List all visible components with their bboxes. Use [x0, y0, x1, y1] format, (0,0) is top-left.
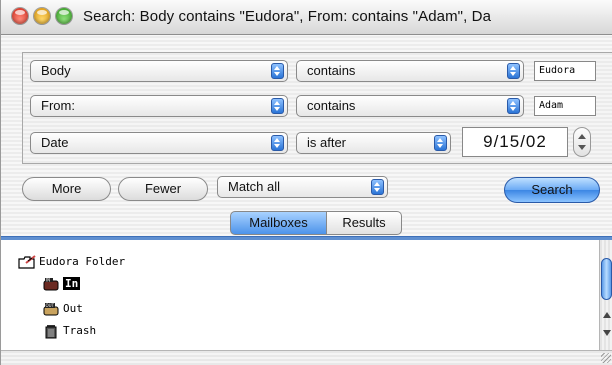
date-field[interactable]: 9/15/02 — [462, 127, 568, 157]
popup-arrows-icon — [271, 63, 284, 79]
popup-arrows-icon — [271, 98, 284, 114]
popup-arrows-icon — [271, 135, 284, 151]
tab-mailboxes[interactable]: Mailboxes — [230, 211, 327, 235]
svg-text:IN: IN — [46, 277, 50, 282]
scroll-up-icon[interactable] — [603, 312, 611, 318]
stepper-down-icon[interactable] — [578, 145, 586, 150]
match-select-label: Match all — [228, 179, 281, 194]
popup-arrows-icon — [371, 179, 384, 195]
popup-arrows-icon — [434, 135, 447, 151]
criterion-operator-label: contains — [307, 98, 356, 113]
stepper-up-icon[interactable] — [578, 134, 586, 139]
criterion-operator-label: is after — [307, 135, 347, 150]
criterion-field-select[interactable]: Date — [30, 132, 288, 154]
folder-label: Eudora Folder — [39, 255, 126, 268]
close-button[interactable] — [12, 8, 28, 24]
list-item-folder[interactable]: Eudora Folder — [18, 253, 125, 271]
tab-results[interactable]: Results — [327, 211, 402, 235]
criterion-field-label: From: — [41, 98, 75, 113]
mailbox-label: Trash — [63, 324, 97, 337]
trash-icon — [45, 324, 57, 338]
popup-arrows-icon — [507, 63, 520, 79]
popup-arrows-icon — [507, 98, 520, 114]
svg-text:OUT: OUT — [46, 303, 55, 308]
title-bar: Search: Body contains "Eudora", From: co… — [1, 0, 612, 35]
more-button[interactable]: More — [22, 177, 111, 201]
outbox-icon: OUT — [43, 302, 59, 315]
mailbox-label: Out — [63, 302, 83, 315]
criterion-field-label: Date — [41, 135, 69, 150]
resize-grip-icon[interactable] — [601, 353, 611, 363]
zoom-button[interactable] — [56, 8, 72, 24]
scroll-thumb[interactable] — [601, 258, 612, 300]
criterion-operator-select[interactable]: is after — [296, 132, 451, 154]
criterion-operator-select[interactable]: contains — [296, 60, 524, 82]
criterion-field-select[interactable]: From: — [30, 95, 288, 117]
mailbox-label-selected: In — [63, 277, 81, 290]
fewer-button[interactable]: Fewer — [118, 177, 208, 201]
minimize-button[interactable] — [34, 8, 50, 24]
list-item-mailbox[interactable]: IN In — [43, 275, 81, 293]
criterion-operator-select[interactable]: contains — [296, 95, 524, 117]
criterion-field-label: Body — [41, 63, 71, 78]
vertical-scrollbar[interactable] — [599, 240, 612, 350]
folder-icon — [18, 255, 36, 269]
list-item-mailbox[interactable]: OUT Out — [43, 300, 83, 318]
mailbox-list: Eudora Folder IN In OUT Out Trash — [1, 240, 599, 350]
match-select[interactable]: Match all — [217, 176, 388, 198]
bottom-bar — [1, 350, 612, 365]
window-title: Search: Body contains "Eudora", From: co… — [83, 8, 492, 25]
criterion-value-field[interactable]: Adam — [534, 96, 596, 116]
search-window: Search: Body contains "Eudora", From: co… — [0, 0, 612, 365]
criterion-field-select[interactable]: Body — [30, 60, 288, 82]
inbox-icon: IN — [43, 277, 59, 290]
criterion-value-field[interactable]: Eudora — [534, 61, 596, 81]
list-item-mailbox[interactable]: Trash — [43, 322, 96, 340]
search-button[interactable]: Search — [504, 177, 600, 203]
date-stepper[interactable] — [573, 127, 591, 157]
scroll-down-icon[interactable] — [603, 330, 611, 336]
criterion-operator-label: contains — [307, 63, 356, 78]
